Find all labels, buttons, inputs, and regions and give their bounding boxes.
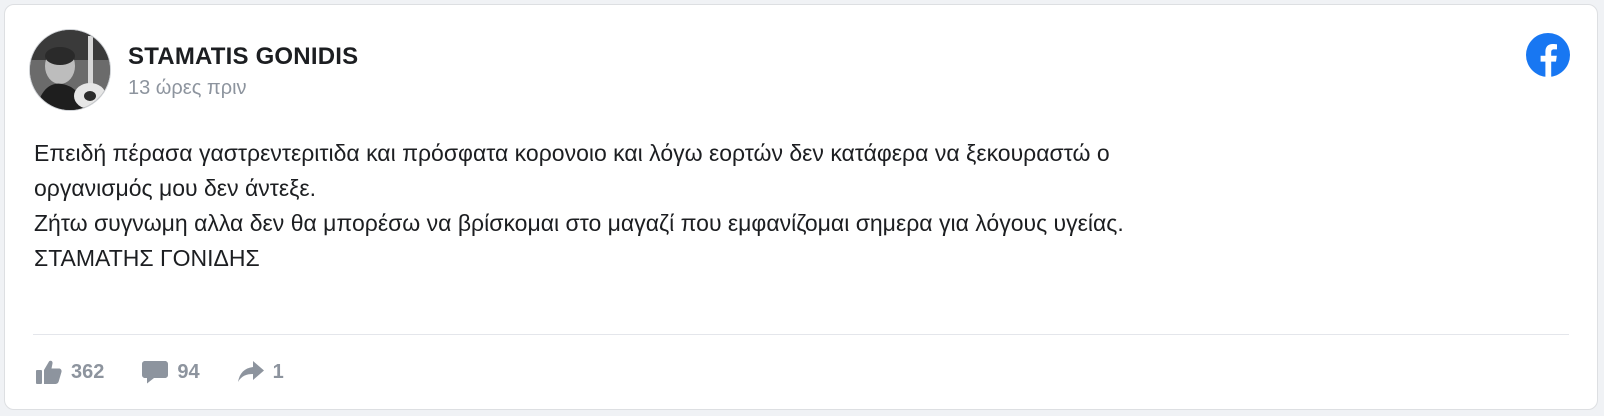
divider xyxy=(33,334,1569,335)
author-name[interactable]: STAMATIS GONIDIS xyxy=(128,43,358,71)
post-body-line: Ζήτω συγνωμη αλλα δεν θα μπορέσω να βρίσ… xyxy=(34,210,1124,236)
post-header: STAMATIS GONIDIS 13 ώρες πριν xyxy=(29,29,1573,113)
share-count: 1 xyxy=(272,360,284,383)
avatar-photo xyxy=(30,30,110,110)
post-body-line: ΣΤΑΜΑΤΗΣ ΓΟΝΙΔΗΣ xyxy=(34,245,260,271)
post-stats-bar: 362 94 1 xyxy=(36,357,322,387)
post-body-line: Επειδή πέρασα γαστρεντεριτιδα και πρόσφα… xyxy=(34,140,1110,166)
post-card: STAMATIS GONIDIS 13 ώρες πριν Επειδή πέρ… xyxy=(4,4,1598,410)
thumbs-up-icon xyxy=(36,360,62,384)
post-timestamp[interactable]: 13 ώρες πριν xyxy=(128,77,247,100)
comment-button[interactable]: 94 xyxy=(142,360,200,384)
comment-bubble-icon xyxy=(142,361,169,384)
avatar[interactable] xyxy=(29,29,111,111)
comment-count: 94 xyxy=(177,360,200,383)
post-body-line: οργανισμός μου δεν άντεξε. xyxy=(34,175,317,201)
post-body: Επειδή πέρασα γαστρεντεριτιδα και πρόσφα… xyxy=(34,136,1554,276)
like-count: 362 xyxy=(71,360,105,383)
share-arrow-icon xyxy=(237,361,264,382)
facebook-icon[interactable] xyxy=(1526,33,1570,77)
share-button[interactable]: 1 xyxy=(237,360,284,384)
like-button[interactable]: 362 xyxy=(36,360,104,384)
